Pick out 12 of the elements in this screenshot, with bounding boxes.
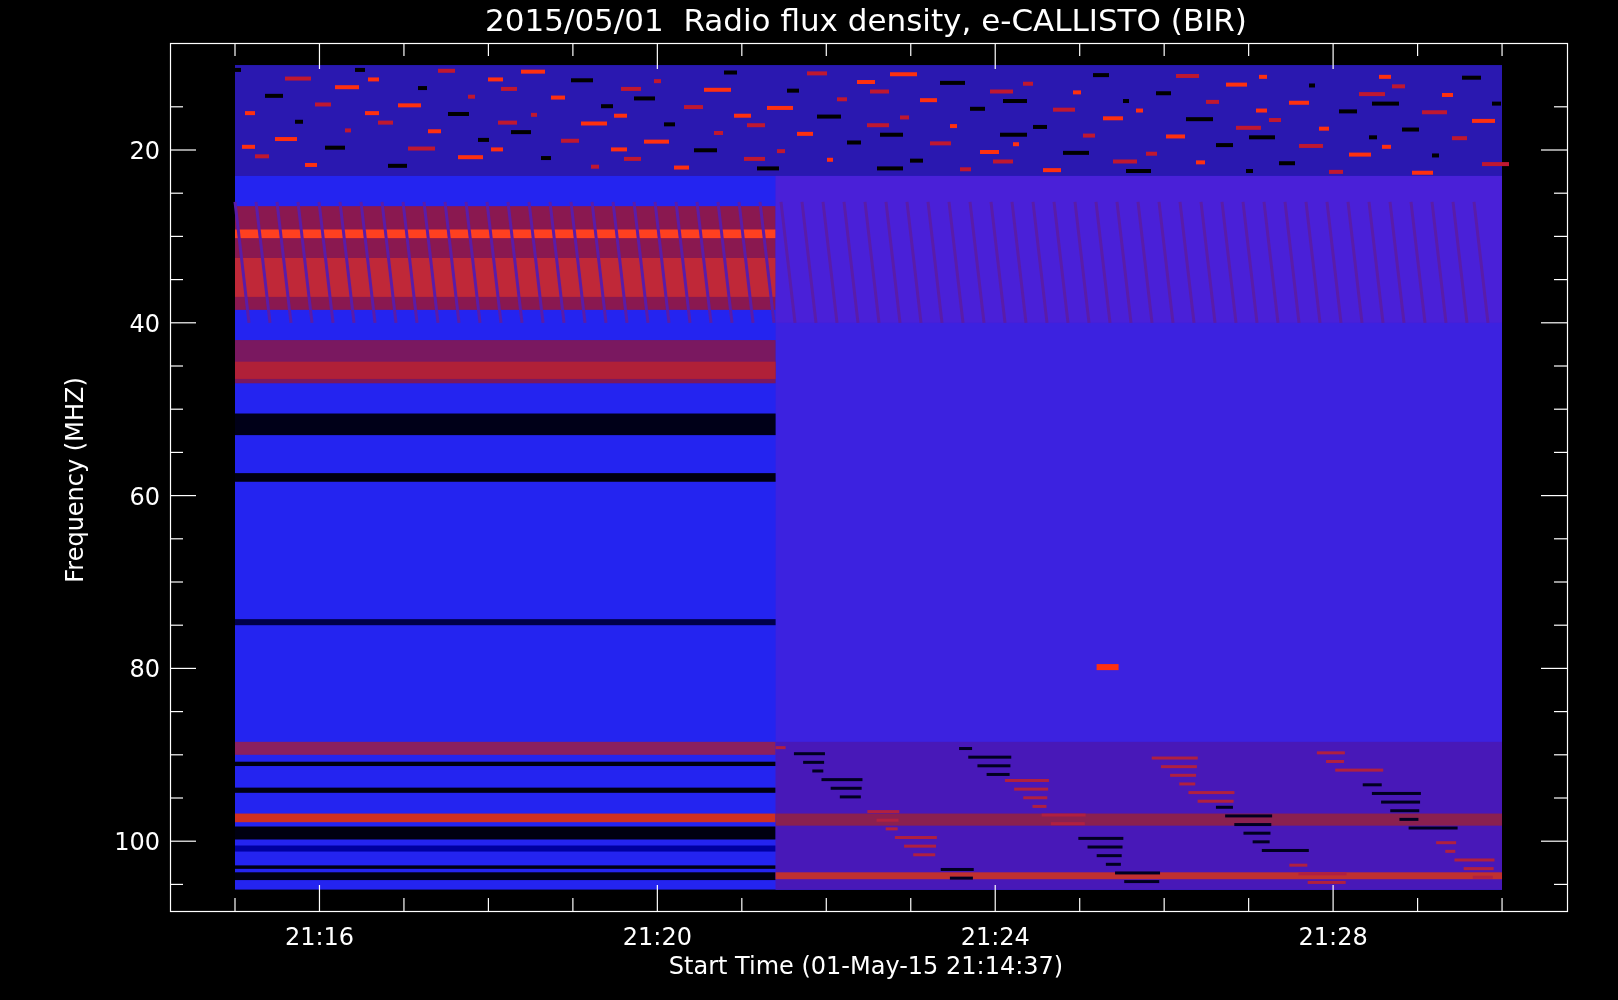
y-tick-label: 60: [129, 482, 160, 511]
x-tick-label: 21:16: [284, 923, 355, 951]
x-tick-label: 21:20: [622, 923, 692, 951]
y-tick-label: 40: [129, 309, 160, 338]
plot-title: 2015/05/01 Radio flux density, e-CALLISTO (BIR): [485, 2, 1247, 38]
x-tick-label: 21:28: [1298, 923, 1368, 951]
x-tick-label: 21:24: [960, 923, 1030, 951]
x-axis-label: Start Time (01-May-15 21:14:37): [668, 952, 1064, 980]
y-tick-label: 20: [129, 137, 160, 165]
y-tick-label: 80: [129, 655, 160, 684]
y-tick-label: 100: [114, 828, 160, 857]
y-axis-label: Frequency (MHZ): [61, 377, 89, 583]
